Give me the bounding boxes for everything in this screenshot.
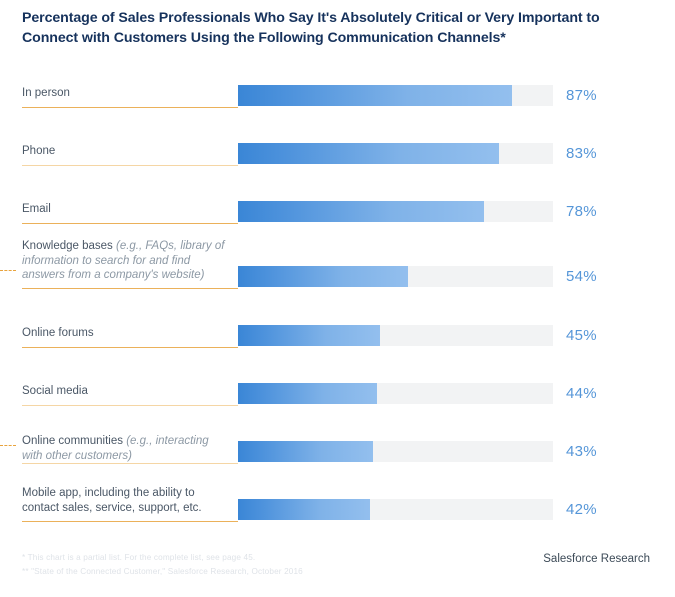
bar-track — [238, 201, 553, 222]
label-underline — [22, 463, 238, 464]
label-underline — [22, 223, 238, 224]
page-title: Percentage of Sales Professionals Who Sa… — [22, 10, 600, 46]
bar-fill — [238, 85, 513, 106]
label-underline — [22, 521, 238, 522]
bar-category-label-main: Online forums — [22, 327, 94, 339]
bar-track — [238, 325, 553, 346]
bar-fill — [238, 201, 484, 222]
bar-category-label: Online communities (e.g., interacting wi… — [22, 434, 227, 463]
label-underline — [22, 347, 238, 348]
bar-category-label: In person — [22, 86, 227, 101]
bar-track — [238, 85, 553, 106]
bar-category-label: Knowledge bases (e.g., FAQs, library of … — [22, 239, 227, 283]
bar-track — [238, 383, 553, 404]
bar-track — [238, 266, 553, 287]
bar-category-label-main: Online communities — [22, 435, 127, 447]
label-underline — [22, 288, 238, 289]
label-underline — [22, 165, 238, 166]
bar-fill — [238, 266, 409, 287]
bar-category-label-main: Social media — [22, 385, 88, 397]
bar-value-label: 78% — [566, 203, 597, 220]
bar-value-label: 54% — [566, 268, 597, 285]
bar-category-label: Phone — [22, 144, 227, 159]
dashed-connector-icon — [0, 270, 16, 271]
bar-category-label-main: Email — [22, 203, 51, 215]
bar-category-label: Social media — [22, 384, 227, 399]
footnotes: * This chart is a partial list. For the … — [22, 551, 303, 578]
bar-fill — [238, 441, 374, 462]
bar-fill — [238, 499, 371, 520]
label-underline — [22, 405, 238, 406]
bar-value-label: 43% — [566, 443, 597, 460]
bar-category-label: Email — [22, 202, 227, 217]
bar-track — [238, 143, 553, 164]
bar-fill — [238, 143, 500, 164]
bar-category-label: Mobile app, including the ability to con… — [22, 486, 227, 515]
bar-fill — [238, 325, 380, 346]
bar-value-label: 45% — [566, 327, 597, 344]
brand-label: Salesforce Research — [543, 553, 650, 565]
bar-category-label-main: Mobile app, including the ability to con… — [22, 487, 202, 514]
bar-category-label-main: Phone — [22, 145, 56, 157]
bar-category-label: Online forums — [22, 326, 227, 341]
bar-track — [238, 499, 553, 520]
dashed-connector-icon — [0, 445, 16, 446]
bar-value-label: 87% — [566, 87, 597, 104]
bar-fill — [238, 383, 377, 404]
label-underline — [22, 107, 238, 108]
bar-value-label: 44% — [566, 385, 597, 402]
bar-category-label-main: Knowledge bases — [22, 240, 116, 252]
bar-track — [238, 441, 553, 462]
footnote-2: ** "State of the Connected Customer," Sa… — [22, 566, 303, 576]
bar-value-label: 42% — [566, 501, 597, 518]
bar-category-label-main: In person — [22, 87, 70, 99]
footnote-1: * This chart is a partial list. For the … — [22, 553, 256, 562]
bar-value-label: 83% — [566, 145, 597, 162]
chart-container: Percentage of Sales Professionals Who Sa… — [0, 0, 675, 597]
